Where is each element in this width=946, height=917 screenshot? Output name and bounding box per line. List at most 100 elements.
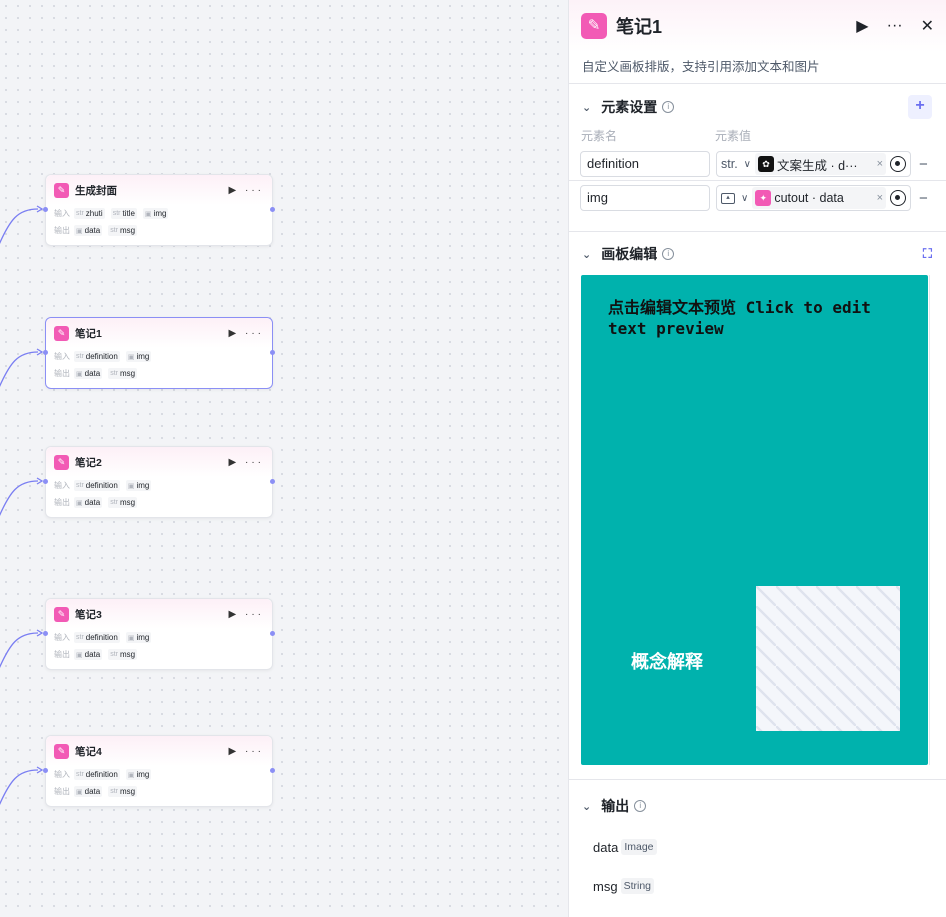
board-text-label[interactable]: 概念解释 <box>631 648 703 674</box>
remove-element-button[interactable]: − <box>919 190 928 207</box>
workflow-node[interactable]: ✎ 笔记2 ▶ ··· 输入 str definition ▣ img 输出 ▣ dat… <box>43 446 275 518</box>
run-icon[interactable]: ▶ <box>229 185 240 196</box>
output-port[interactable] <box>270 768 275 773</box>
image-type-icon: ▣ <box>76 227 83 235</box>
reference-text: 文案生成 · d··· <box>777 158 858 173</box>
remove-element-button[interactable]: − <box>919 156 928 173</box>
info-icon[interactable]: i <box>662 248 675 260</box>
input-param-chip: str title <box>110 208 137 219</box>
elements-section-header[interactable]: ⌄ 元素设置 i + <box>568 95 946 119</box>
output-port[interactable] <box>270 350 275 355</box>
connection-edge[interactable] <box>0 351 39 390</box>
connection-edge[interactable] <box>0 632 39 671</box>
run-icon[interactable]: ▶ <box>856 16 868 36</box>
more-icon[interactable]: ··· <box>245 185 264 196</box>
run-icon[interactable]: ▶ <box>229 328 240 339</box>
element-row: img ▴ ∨ ✦ cutout · data × − <box>568 185 946 211</box>
input-port[interactable] <box>43 631 48 636</box>
board-image-placeholder[interactable] <box>756 586 900 731</box>
connection-edge[interactable] <box>0 480 39 519</box>
panel-title[interactable]: 笔记1 <box>616 13 838 39</box>
board-section-title: 画板编辑 <box>601 246 658 262</box>
more-icon[interactable]: ··· <box>245 609 264 620</box>
type-select[interactable]: str. ∨ <box>721 157 751 171</box>
input-port[interactable] <box>43 479 48 484</box>
input-param-chip: str definition <box>74 480 120 491</box>
inputs-label: 输入 <box>54 633 70 642</box>
outputs-label: 输出 <box>54 369 70 378</box>
add-element-button[interactable]: + <box>908 95 932 119</box>
input-param-chip: str definition <box>74 351 120 362</box>
output-port[interactable] <box>270 631 275 636</box>
node-title: 笔记2 <box>75 456 102 469</box>
reference-tag[interactable]: ✦ cutout · data × <box>752 187 886 209</box>
element-value-field[interactable]: ▴ ∨ ✦ cutout · data × <box>716 185 911 211</box>
board-scrollbar[interactable] <box>929 275 940 765</box>
node-header[interactable]: ✎ 笔记4 ▶ ··· <box>46 736 272 766</box>
input-port[interactable] <box>43 207 48 212</box>
info-icon[interactable]: i <box>662 101 675 113</box>
more-icon[interactable]: ··· <box>245 746 264 757</box>
chevron-down-icon[interactable]: ⌄ <box>582 800 591 813</box>
target-icon[interactable] <box>890 190 906 206</box>
image-type-icon: ▣ <box>76 370 83 378</box>
board-section-header[interactable]: ⌄ 画板编辑 i ⛶ <box>568 244 946 264</box>
more-icon[interactable]: ··· <box>887 17 903 35</box>
output-port[interactable] <box>270 207 275 212</box>
param-name: msg <box>119 650 136 659</box>
workflow-node[interactable]: ✎ 生成封面 ▶ ··· 输入 str zhuti str title ▣ img 输出 … <box>43 174 275 246</box>
board-text-preview[interactable]: 点击编辑文本预览 Click to edit text preview <box>608 297 898 339</box>
node-header[interactable]: ✎ 笔记1 ▶ ··· <box>46 318 272 348</box>
outputs-label: 输出 <box>54 498 70 507</box>
workflow-node[interactable]: ✎ 笔记1 ▶ ··· 输入 str definition ▣ img 输出 ▣ dat… <box>43 317 275 389</box>
connection-edge[interactable] <box>0 208 39 247</box>
node-inputs-row: 输入 str zhuti str title ▣ img <box>46 205 272 222</box>
type-select[interactable]: ▴ ∨ <box>721 192 748 204</box>
node-actions: ▶ ··· <box>229 609 264 620</box>
image-type-icon: ▣ <box>127 771 135 779</box>
param-name: data <box>84 369 101 378</box>
input-param-chip: str zhuti <box>74 208 105 219</box>
node-header[interactable]: ✎ 笔记3 ▶ ··· <box>46 599 272 629</box>
element-name-input[interactable]: definition <box>580 151 710 177</box>
element-value-field[interactable]: str. ∨ ✿ 文案生成 · d··· × <box>716 151 911 177</box>
note-node-icon: ✎ <box>54 743 69 759</box>
input-port[interactable] <box>43 350 48 355</box>
chevron-down-icon[interactable]: ⌄ <box>582 248 591 261</box>
outputs-label: 输出 <box>54 226 70 235</box>
column-labels: 元素名 元素值 <box>568 127 946 145</box>
close-icon[interactable]: ✕ <box>921 16 934 36</box>
input-param-chip: str definition <box>74 769 120 780</box>
run-icon[interactable]: ▶ <box>229 609 240 620</box>
output-type-badge: Image <box>621 839 657 855</box>
run-icon[interactable]: ▶ <box>229 457 240 468</box>
workflow-node[interactable]: ✎ 笔记3 ▶ ··· 输入 str definition ▣ img 输出 ▣ dat… <box>43 598 275 670</box>
output-section-header[interactable]: ⌄ 输出 i <box>568 796 946 816</box>
node-actions: ▶ ··· <box>229 457 264 468</box>
reference-text: cutout · data <box>774 191 844 205</box>
more-icon[interactable]: ··· <box>245 457 264 468</box>
element-name-input[interactable]: img <box>580 185 710 211</box>
param-name: img <box>136 352 150 361</box>
node-actions: ▶ ··· <box>229 746 264 757</box>
param-name: data <box>84 226 101 235</box>
param-name: definition <box>85 633 118 642</box>
workflow-node[interactable]: ✎ 笔记4 ▶ ··· 输入 str definition ▣ img 输出 ▣ dat… <box>43 735 275 807</box>
remove-reference-icon[interactable]: × <box>873 192 883 204</box>
workflow-canvas[interactable]: ✎ 生成封面 ▶ ··· 输入 str zhuti str title ▣ img 输出 … <box>0 0 568 917</box>
run-icon[interactable]: ▶ <box>229 746 240 757</box>
info-icon[interactable]: i <box>634 800 647 812</box>
input-port[interactable] <box>43 768 48 773</box>
more-icon[interactable]: ··· <box>245 328 264 339</box>
chevron-down-icon[interactable]: ⌄ <box>582 101 591 114</box>
output-port[interactable] <box>270 479 275 484</box>
board-canvas[interactable]: 点击编辑文本预览 Click to edit text preview 概念解释 <box>581 275 928 765</box>
param-name: img <box>136 481 150 490</box>
target-icon[interactable] <box>890 156 906 172</box>
node-header[interactable]: ✎ 笔记2 ▶ ··· <box>46 447 272 477</box>
node-header[interactable]: ✎ 生成封面 ▶ ··· <box>46 175 272 205</box>
remove-reference-icon[interactable]: × <box>873 158 883 170</box>
reference-tag[interactable]: ✿ 文案生成 · d··· × <box>755 153 886 175</box>
fullscreen-icon[interactable]: ⛶ <box>923 246 932 262</box>
connection-edge[interactable] <box>0 769 39 808</box>
